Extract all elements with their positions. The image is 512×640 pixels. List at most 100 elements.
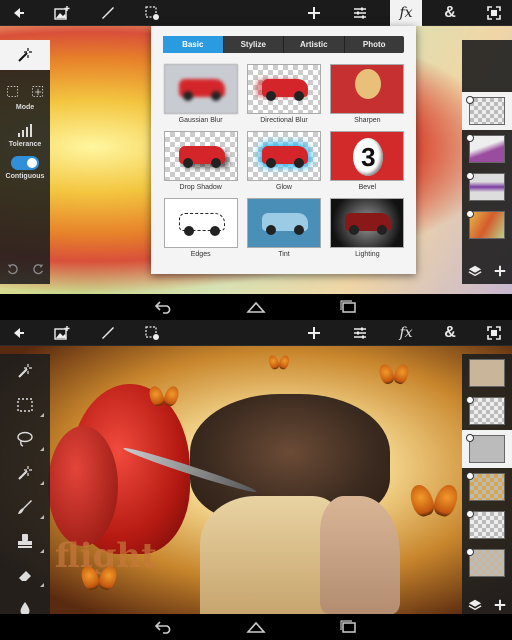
layer-item[interactable] xyxy=(462,506,512,544)
eraser-tool[interactable] xyxy=(0,558,50,592)
effect-label: Bevel xyxy=(358,184,377,191)
effect-directional-blur[interactable]: Directional Blur xyxy=(242,64,325,124)
undo-redo-group xyxy=(0,262,50,276)
add-layer-icon[interactable] xyxy=(493,264,507,278)
stamp-icon xyxy=(18,534,32,548)
back-arrow-icon[interactable] xyxy=(2,320,34,346)
layer-visibility-dot[interactable] xyxy=(466,134,474,142)
layer-item[interactable] xyxy=(462,168,512,206)
tolerance-icon xyxy=(18,124,32,137)
layer-thumbnail xyxy=(469,173,505,201)
layer-item[interactable] xyxy=(462,130,512,168)
effect-tint[interactable]: Tint xyxy=(242,198,325,258)
fx-icon[interactable]: fx xyxy=(390,320,422,346)
adjustments-icon[interactable] xyxy=(344,0,376,26)
tolerance-control[interactable] xyxy=(0,119,50,141)
layers-stack-icon[interactable] xyxy=(468,264,482,278)
brush-tool[interactable] xyxy=(0,490,50,524)
layer-visibility-dot[interactable] xyxy=(466,548,474,556)
add-image-icon[interactable] xyxy=(46,0,78,26)
new-selection-icon[interactable] xyxy=(6,85,20,99)
tab-stylize[interactable]: Stylize xyxy=(224,36,284,53)
effect-bevel[interactable]: 3 Bevel xyxy=(326,131,409,191)
contiguous-toggle[interactable] xyxy=(11,156,39,170)
back-nav-icon[interactable] xyxy=(153,299,175,315)
top-toolbar: fx & xyxy=(0,0,512,26)
marquee-tool[interactable] xyxy=(0,388,50,422)
effect-lighting[interactable]: Lighting xyxy=(326,198,409,258)
layer-visibility-dot[interactable] xyxy=(466,96,474,104)
bottom-screen: flight fx & xyxy=(0,320,512,640)
effect-label: Sharpen xyxy=(354,117,381,124)
tab-photo[interactable]: Photo xyxy=(345,36,405,53)
canvas-collage-image[interactable]: flight xyxy=(0,346,512,614)
lasso-tool[interactable] xyxy=(0,422,50,456)
recents-nav-icon[interactable] xyxy=(337,619,359,635)
ampersand-icon[interactable]: & xyxy=(434,320,466,346)
effect-sharpen[interactable]: Sharpen xyxy=(326,64,409,124)
top-screen: fx & Mode Tolerance Contiguous Basic Sty… xyxy=(0,0,512,320)
add-image-icon[interactable] xyxy=(46,320,78,346)
layer-item[interactable] xyxy=(462,430,512,468)
number-three-badge: 3 xyxy=(353,138,384,176)
crosshair-add-icon[interactable] xyxy=(298,320,330,346)
layer-thumbnail xyxy=(469,211,505,239)
add-selection-icon[interactable] xyxy=(31,85,45,99)
layers-stack-icon[interactable] xyxy=(468,598,482,612)
effect-glow[interactable]: Glow xyxy=(242,131,325,191)
effect-label: Gaussian Blur xyxy=(178,117,223,124)
magic-wand-tool[interactable] xyxy=(0,40,50,70)
layer-visibility-dot[interactable] xyxy=(466,396,474,404)
layer-item[interactable] xyxy=(462,544,512,582)
layer-item[interactable] xyxy=(462,92,512,130)
ampersand-icon[interactable]: & xyxy=(434,0,466,26)
layer-visibility-dot[interactable] xyxy=(466,434,474,442)
crosshair-add-icon[interactable] xyxy=(298,0,330,26)
effect-edges[interactable]: Edges xyxy=(159,198,242,258)
fullscreen-icon[interactable] xyxy=(478,320,510,346)
effect-gaussian-blur[interactable]: Gaussian Blur xyxy=(159,64,242,124)
brush-icon[interactable] xyxy=(92,0,124,26)
wand-sparkle-icon xyxy=(18,466,32,480)
tool-options-corner xyxy=(40,583,44,587)
fx-icon[interactable]: fx xyxy=(390,0,422,26)
undo-icon[interactable] xyxy=(6,262,20,276)
back-arrow-icon[interactable] xyxy=(2,0,34,26)
layer-item[interactable] xyxy=(462,354,512,392)
effect-label: Lighting xyxy=(355,251,380,258)
effect-thumbnail xyxy=(246,198,321,248)
magic-select-tool[interactable] xyxy=(0,456,50,490)
tool-options-corner xyxy=(40,413,44,417)
layer-item[interactable] xyxy=(462,206,512,244)
recents-nav-icon[interactable] xyxy=(337,299,359,315)
butterfly xyxy=(82,566,116,592)
effect-thumbnail xyxy=(246,131,321,181)
layer-thumbnail xyxy=(469,473,505,501)
home-nav-icon[interactable] xyxy=(245,619,267,635)
effect-label: Glow xyxy=(276,184,292,191)
magic-wand-tool[interactable] xyxy=(0,354,50,388)
layer-item[interactable] xyxy=(462,392,512,430)
fullscreen-icon[interactable] xyxy=(478,0,510,26)
selection-options-icon[interactable] xyxy=(136,0,168,26)
layer-visibility-dot[interactable] xyxy=(466,210,474,218)
layer-item[interactable] xyxy=(462,468,512,506)
effect-thumbnail xyxy=(330,64,405,114)
home-nav-icon[interactable] xyxy=(245,299,267,315)
add-layer-icon[interactable] xyxy=(493,598,507,612)
layer-visibility-dot[interactable] xyxy=(466,510,474,518)
tab-artistic[interactable]: Artistic xyxy=(284,36,345,53)
layer-visibility-dot[interactable] xyxy=(466,172,474,180)
stamp-tool[interactable] xyxy=(0,524,50,558)
adjustments-icon[interactable] xyxy=(344,320,376,346)
redo-icon[interactable] xyxy=(31,262,45,276)
selection-options-icon[interactable] xyxy=(136,320,168,346)
layer-visibility-dot[interactable] xyxy=(466,472,474,480)
brush-icon[interactable] xyxy=(92,320,124,346)
tab-basic[interactable]: Basic xyxy=(163,36,224,53)
left-tool-panel xyxy=(0,354,50,621)
tool-options-corner xyxy=(40,447,44,451)
back-nav-icon[interactable] xyxy=(153,619,175,635)
effect-thumbnail: 3 xyxy=(330,131,405,181)
effect-drop-shadow[interactable]: Drop Shadow xyxy=(159,131,242,191)
